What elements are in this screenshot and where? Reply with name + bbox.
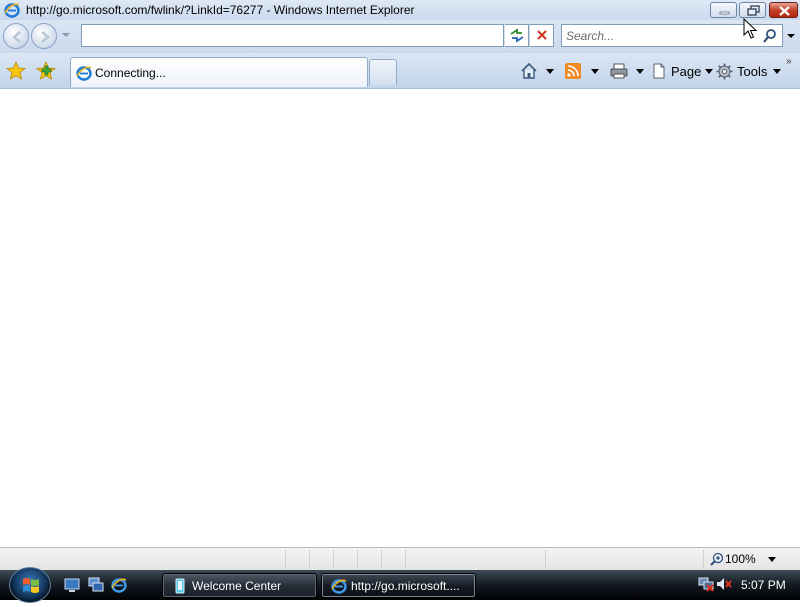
tab-label: Connecting... [95, 66, 166, 80]
page-menu-button[interactable]: Page [651, 62, 714, 80]
status-divider [381, 550, 382, 568]
print-dropdown[interactable] [636, 62, 644, 80]
windows-logo-icon [23, 578, 39, 593]
feeds-button[interactable] [565, 62, 581, 80]
refresh-icon [510, 28, 524, 43]
page-icon [653, 63, 665, 79]
minimize-button[interactable] [710, 2, 737, 18]
welcome-center-icon [175, 578, 185, 594]
caret-down-icon [705, 68, 714, 74]
taskbar-button-label: Welcome Center [192, 579, 282, 593]
caret-down-icon [773, 68, 782, 74]
page-menu-label: Page [671, 63, 702, 79]
status-divider [545, 550, 546, 568]
ie-icon [331, 579, 347, 594]
tools-menu-button[interactable]: Tools [716, 62, 782, 80]
zoom-dropdown-icon[interactable] [768, 557, 776, 562]
caret-down-icon [636, 68, 644, 74]
stop-icon [537, 30, 547, 40]
taskbar-button-welcome-center[interactable]: Welcome Center [162, 573, 317, 598]
minimize-icon [719, 11, 730, 15]
search-input[interactable] [566, 28, 756, 44]
print-button[interactable] [610, 62, 628, 80]
back-button[interactable] [3, 23, 29, 49]
ie-page-icon [76, 66, 92, 81]
address-bar[interactable] [81, 24, 580, 47]
ie-quick-launch-icon[interactable] [111, 577, 127, 593]
more-commands-chevron-icon[interactable]: » [786, 56, 792, 67]
rss-feed-icon [565, 63, 581, 79]
title-bar: http://go.microsoft.com/fwlink/?LinkId=7… [0, 0, 800, 20]
clock[interactable]: 5:07 PM [741, 578, 786, 592]
forward-button[interactable] [31, 23, 57, 49]
gear-icon [716, 63, 733, 79]
page-content-area[interactable] [0, 89, 800, 547]
home-icon [521, 62, 537, 79]
status-divider [309, 550, 310, 568]
start-button[interactable] [9, 567, 51, 603]
refresh-button[interactable] [505, 24, 529, 47]
feeds-dropdown[interactable] [591, 62, 599, 80]
home-dropdown[interactable] [546, 62, 554, 80]
tab-bar: Connecting... Page Tools » [0, 53, 800, 89]
taskbar-button-internet-explorer[interactable]: http://go.microsoft.... [321, 573, 476, 598]
switch-windows-icon[interactable] [88, 577, 104, 593]
search-options-dropdown[interactable] [787, 34, 795, 38]
window-title: http://go.microsoft.com/fwlink/?LinkId=7… [26, 3, 415, 17]
volume-muted-icon[interactable] [716, 576, 732, 592]
zoom-magnifier-icon[interactable] [710, 552, 724, 566]
caret-down-icon [591, 68, 599, 74]
show-desktop-icon[interactable] [64, 577, 80, 593]
address-input[interactable] [84, 27, 484, 44]
printer-icon [610, 63, 628, 79]
status-divider [357, 550, 358, 568]
back-arrow-icon [12, 31, 21, 43]
taskbar: Welcome Center http://go.microsoft.... 5… [0, 567, 800, 603]
add-to-favorites-icon[interactable] [36, 61, 56, 81]
recent-pages-dropdown[interactable] [62, 33, 70, 37]
mouse-pointer-icon [743, 18, 757, 39]
close-icon [779, 6, 790, 16]
favorites-center-star-icon[interactable] [6, 61, 26, 81]
status-bar: 100% [0, 547, 800, 570]
zoom-level[interactable]: 100% [725, 552, 756, 566]
navigation-bar [0, 20, 800, 53]
home-button[interactable] [520, 62, 538, 80]
forward-arrow-icon [41, 31, 50, 43]
status-divider [703, 550, 704, 568]
ie-logo-icon [4, 3, 20, 18]
network-disconnected-icon[interactable] [698, 576, 714, 592]
new-tab-button[interactable] [369, 59, 397, 85]
status-divider [405, 550, 406, 568]
tools-menu-label: Tools [737, 63, 768, 79]
status-divider [285, 550, 286, 568]
status-divider [333, 550, 334, 568]
search-magnifier-icon[interactable] [762, 28, 778, 44]
tab-connecting[interactable]: Connecting... [70, 57, 368, 87]
restore-icon [747, 5, 760, 16]
taskbar-button-label: http://go.microsoft.... [351, 579, 460, 593]
restore-button[interactable] [739, 2, 766, 18]
stop-button[interactable] [529, 24, 554, 47]
caret-down-icon [546, 68, 554, 74]
close-button[interactable] [769, 2, 798, 18]
